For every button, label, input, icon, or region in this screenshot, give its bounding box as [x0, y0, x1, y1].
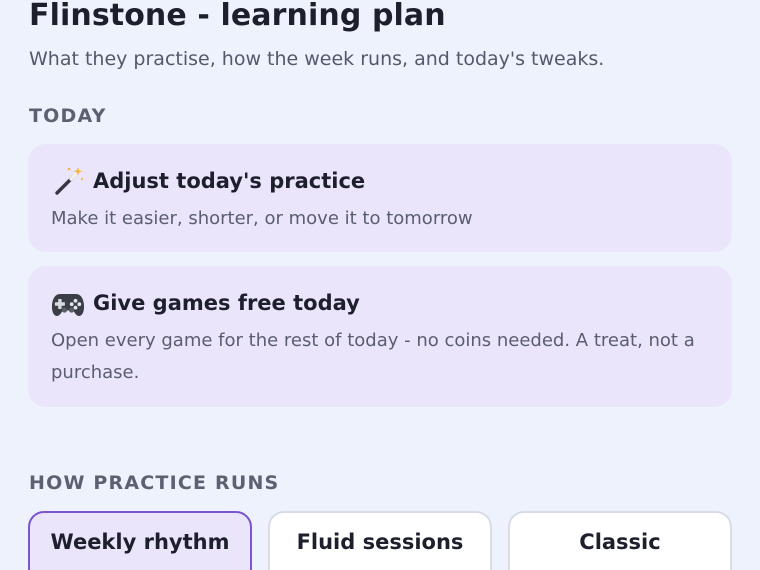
practice-mode-selector: Weekly rhythm Fluid sessions Classic: [28, 511, 732, 570]
learning-plan-page: Flinstone - learning plan What they prac…: [0, 0, 760, 570]
card-header: Adjust today's practice: [51, 164, 710, 198]
magic-wand-icon: [51, 164, 85, 198]
free-games-card[interactable]: Give games free today Open every game fo…: [28, 266, 732, 407]
section-label-today: TODAY: [29, 105, 107, 127]
mode-option-classic[interactable]: Classic: [508, 511, 732, 570]
card-description: Make it easier, shorter, or move it to t…: [51, 208, 473, 229]
card-title: Give games free today: [93, 291, 360, 315]
mode-option-weekly-rhythm[interactable]: Weekly rhythm: [28, 511, 252, 570]
card-title: Adjust today's practice: [93, 169, 366, 193]
game-controller-icon: [51, 286, 85, 320]
card-header: Give games free today: [51, 286, 710, 320]
adjust-practice-card[interactable]: Adjust today's practice Make it easier, …: [28, 144, 732, 252]
page-subtitle: What they practise, how the week runs, a…: [29, 48, 605, 70]
section-label-practice: HOW PRACTICE RUNS: [29, 472, 280, 494]
mode-option-fluid-sessions[interactable]: Fluid sessions: [268, 511, 492, 570]
card-description: Open every game for the rest of today - …: [51, 330, 695, 383]
page-title: Flinstone - learning plan: [29, 0, 446, 33]
